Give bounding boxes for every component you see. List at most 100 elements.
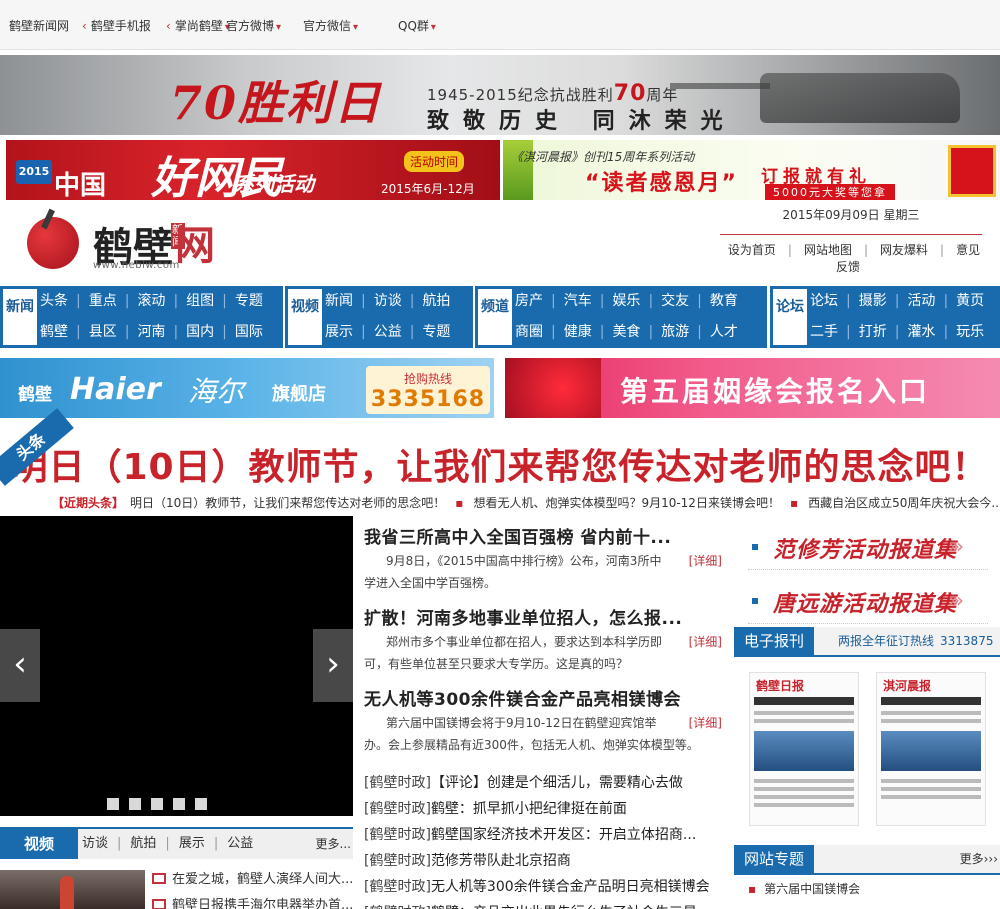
slider-prev-button[interactable]: ‹ (0, 629, 40, 702)
ticker-item[interactable]: 西藏自治区成立50周年庆祝大会今... (808, 496, 1000, 510)
nav-item[interactable]: 玩乐 (956, 317, 984, 348)
nav-item[interactable]: 重点 (89, 286, 117, 317)
video-more-link[interactable]: 更多... (316, 829, 351, 859)
topnav-item[interactable]: ‹ 掌尚鹤壁 ▾ (166, 17, 230, 34)
topnav-label: QQ群 (398, 19, 429, 33)
nav-item[interactable]: 展示 (325, 317, 353, 348)
ticker-item[interactable]: 想看无人机、炮弹实体模型吗？9月10-12日来镁博会吧！ (473, 496, 780, 510)
special-more-link[interactable]: 更多››› (960, 845, 998, 873)
nav-item[interactable]: 打折 (859, 317, 887, 348)
epaper-hebi-daily[interactable]: 鹤壁日报 (749, 672, 859, 826)
nav-item[interactable]: 国际 (235, 317, 263, 348)
slider-next-button[interactable]: › (313, 629, 353, 702)
nav-group-head[interactable]: 视频 (288, 289, 322, 345)
video-link[interactable]: 航拍 (130, 836, 156, 851)
nav-item[interactable]: 黄页 (956, 286, 984, 317)
video-news-item[interactable]: 鹤壁日报携手海尔电器举办首... (152, 894, 352, 909)
list-item[interactable]: [鹤壁时政]无人机等300余件镁合金产品明日亮相镁博会 (364, 877, 724, 903)
nav-item[interactable]: 公益 (374, 317, 402, 348)
topnav-item[interactable]: 官方微博 ▾ (226, 17, 281, 34)
nav-item[interactable]: 摄影 (859, 286, 887, 317)
nav-item[interactable]: 鹤壁 (40, 317, 68, 348)
slider-dot[interactable] (129, 798, 141, 810)
headline-text[interactable]: 明日（10日）教师节，让我们来帮您传达对老师的思念吧！ (0, 438, 1000, 490)
detail-link[interactable]: [详细] (689, 631, 722, 653)
image-slider[interactable]: ‹ › (0, 516, 353, 816)
special-title[interactable]: 网站专题 (734, 845, 814, 873)
nav-item[interactable]: 航拍 (422, 286, 450, 317)
list-item[interactable]: [鹤壁时政]鹤壁：抓早抓小把纪律挺在前面 (364, 799, 724, 825)
video-title[interactable]: 视频 (0, 829, 78, 859)
nav-item[interactable]: 组图 (186, 286, 214, 317)
list-item[interactable]: [鹤壁时政]鹤壁：产品交出业界先行么生了社会生三星 (364, 903, 724, 909)
detail-link[interactable]: [详细] (689, 550, 722, 572)
promo-fan-xiufang[interactable]: 范修芳活动报道集 ››› (748, 524, 988, 570)
topnav-item[interactable]: ‹ 鹤壁手机报 (82, 17, 151, 34)
header-link[interactable]: 网友爆料 (880, 243, 928, 257)
nav-group-head[interactable]: 新闻 (3, 289, 37, 345)
list-item[interactable]: [鹤壁时政]鹤壁国家经济技术开发区：开启立体招商... (364, 825, 724, 851)
video-link[interactable]: 访谈 (82, 836, 108, 851)
nav-item[interactable]: 活动 (907, 286, 935, 317)
haier-store: 旗舰店 (272, 384, 326, 405)
nav-item[interactable]: 教育 (710, 286, 738, 317)
good-netizen-banner[interactable]: 2015 中国 好网民 系列活动 活动时间 2015年6月-12月 (6, 140, 500, 200)
nav-item[interactable]: 旅游 (661, 317, 689, 348)
nav-item[interactable]: 访谈 (374, 286, 402, 317)
topnav-item[interactable]: QQ群 ▾ (398, 17, 436, 34)
list-item[interactable]: [鹤壁时政]【评论】创建是个细活儿，需要精心去做 (364, 773, 724, 799)
special-item[interactable]: 第六届中国镁博会 (764, 882, 860, 896)
nav-item[interactable]: 房产 (515, 286, 543, 317)
nav-item[interactable]: 娱乐 (612, 286, 640, 317)
ticker-item[interactable]: 明日（10日）教师节，让我们来帮您传达对老师的思念吧！ (130, 496, 445, 510)
victory-day-banner[interactable]: 70胜利日 1945-2015纪念抗战胜利70周年 致敬历史 同沐荣光 (0, 55, 1000, 135)
news-title[interactable]: 我省三所高中入全国百强榜 省内前十... (364, 523, 724, 548)
nav-item[interactable]: 健康 (564, 317, 592, 348)
nav-item[interactable]: 汽车 (564, 286, 592, 317)
headline-section: 明日（10日）教师节，让我们来帮您传达对老师的思念吧！ 头条 【近期头条】 明日（… (0, 408, 1000, 516)
nav-item[interactable]: 专题 (422, 317, 450, 348)
nav-item[interactable]: 新闻 (325, 286, 353, 317)
matchmaking-signup-ad[interactable]: 第五届姻缘会报名入口 (505, 358, 1000, 418)
nav-item[interactable]: 专题 (235, 286, 263, 317)
haier-store-ad[interactable]: 鹤壁 Haier 海尔 旗舰店 抢购热线 3335168 (0, 358, 494, 418)
nav-item[interactable]: 论坛 (810, 286, 838, 317)
site-logo[interactable]: 鹤壁 新闻 网 www.hebiw.com (15, 205, 235, 277)
promo-tang-yuanyou[interactable]: 唐远游活动报道集 ››› (748, 578, 988, 624)
nav-group-head[interactable]: 频道 (478, 289, 512, 345)
nav-item[interactable]: 二手 (810, 317, 838, 348)
nav-item[interactable]: 头条 (40, 286, 68, 317)
nav-item[interactable]: 河南 (137, 317, 165, 348)
nav-separator: | (173, 293, 179, 309)
nav-item[interactable]: 交友 (661, 286, 689, 317)
header-link[interactable]: 网站地图 (804, 243, 852, 257)
detail-link[interactable]: [详细] (689, 712, 722, 734)
news-title[interactable]: 扩散！河南多地事业单位招人，怎么报... (364, 604, 724, 629)
slider-dot[interactable] (107, 798, 119, 810)
video-link[interactable]: 公益 (227, 836, 253, 851)
slider-dot[interactable] (151, 798, 163, 810)
epaper-qihe-morning[interactable]: 淇河晨报 (876, 672, 986, 826)
video-thumbnail[interactable] (0, 870, 145, 909)
header-link[interactable]: 设为首页 (728, 243, 776, 257)
epaper-title[interactable]: 电子报刊 (734, 627, 814, 655)
list-item[interactable]: [鹤壁时政]范修芳带队赴北京招商 (364, 851, 724, 877)
list-item-title: 无人机等300余件镁合金产品明日亮相镁博会 (430, 879, 710, 895)
nav-item[interactable]: 滚动 (137, 286, 165, 317)
nav-item[interactable]: 美食 (612, 317, 640, 348)
slider-dot[interactable] (195, 798, 207, 810)
reader-gratitude-banner[interactable]: 《淇河晨报》创刊15周年系列活动 “读者感恩月” 订报就有礼 5000元大奖等您… (503, 140, 1000, 200)
topnav-item[interactable]: 鹤壁新闻网 (9, 17, 69, 34)
video-news-item[interactable]: 在爱之城，鹤壁人演绎人间大... (152, 868, 352, 886)
nav-item[interactable]: 商圈 (515, 317, 543, 348)
nav-group-head[interactable]: 论坛 (773, 289, 807, 345)
nav-item[interactable]: 县区 (89, 317, 117, 348)
slider-dot[interactable] (173, 798, 185, 810)
nav-separator: | (173, 324, 179, 340)
video-link[interactable]: 展示 (179, 836, 205, 851)
nav-item[interactable]: 灌水 (907, 317, 935, 348)
nav-item[interactable]: 人才 (710, 317, 738, 348)
news-title[interactable]: 无人机等300余件镁合金产品亮相镁博会 (364, 685, 724, 710)
topnav-item[interactable]: 官方微信 ▾ (303, 17, 358, 34)
nav-item[interactable]: 国内 (186, 317, 214, 348)
